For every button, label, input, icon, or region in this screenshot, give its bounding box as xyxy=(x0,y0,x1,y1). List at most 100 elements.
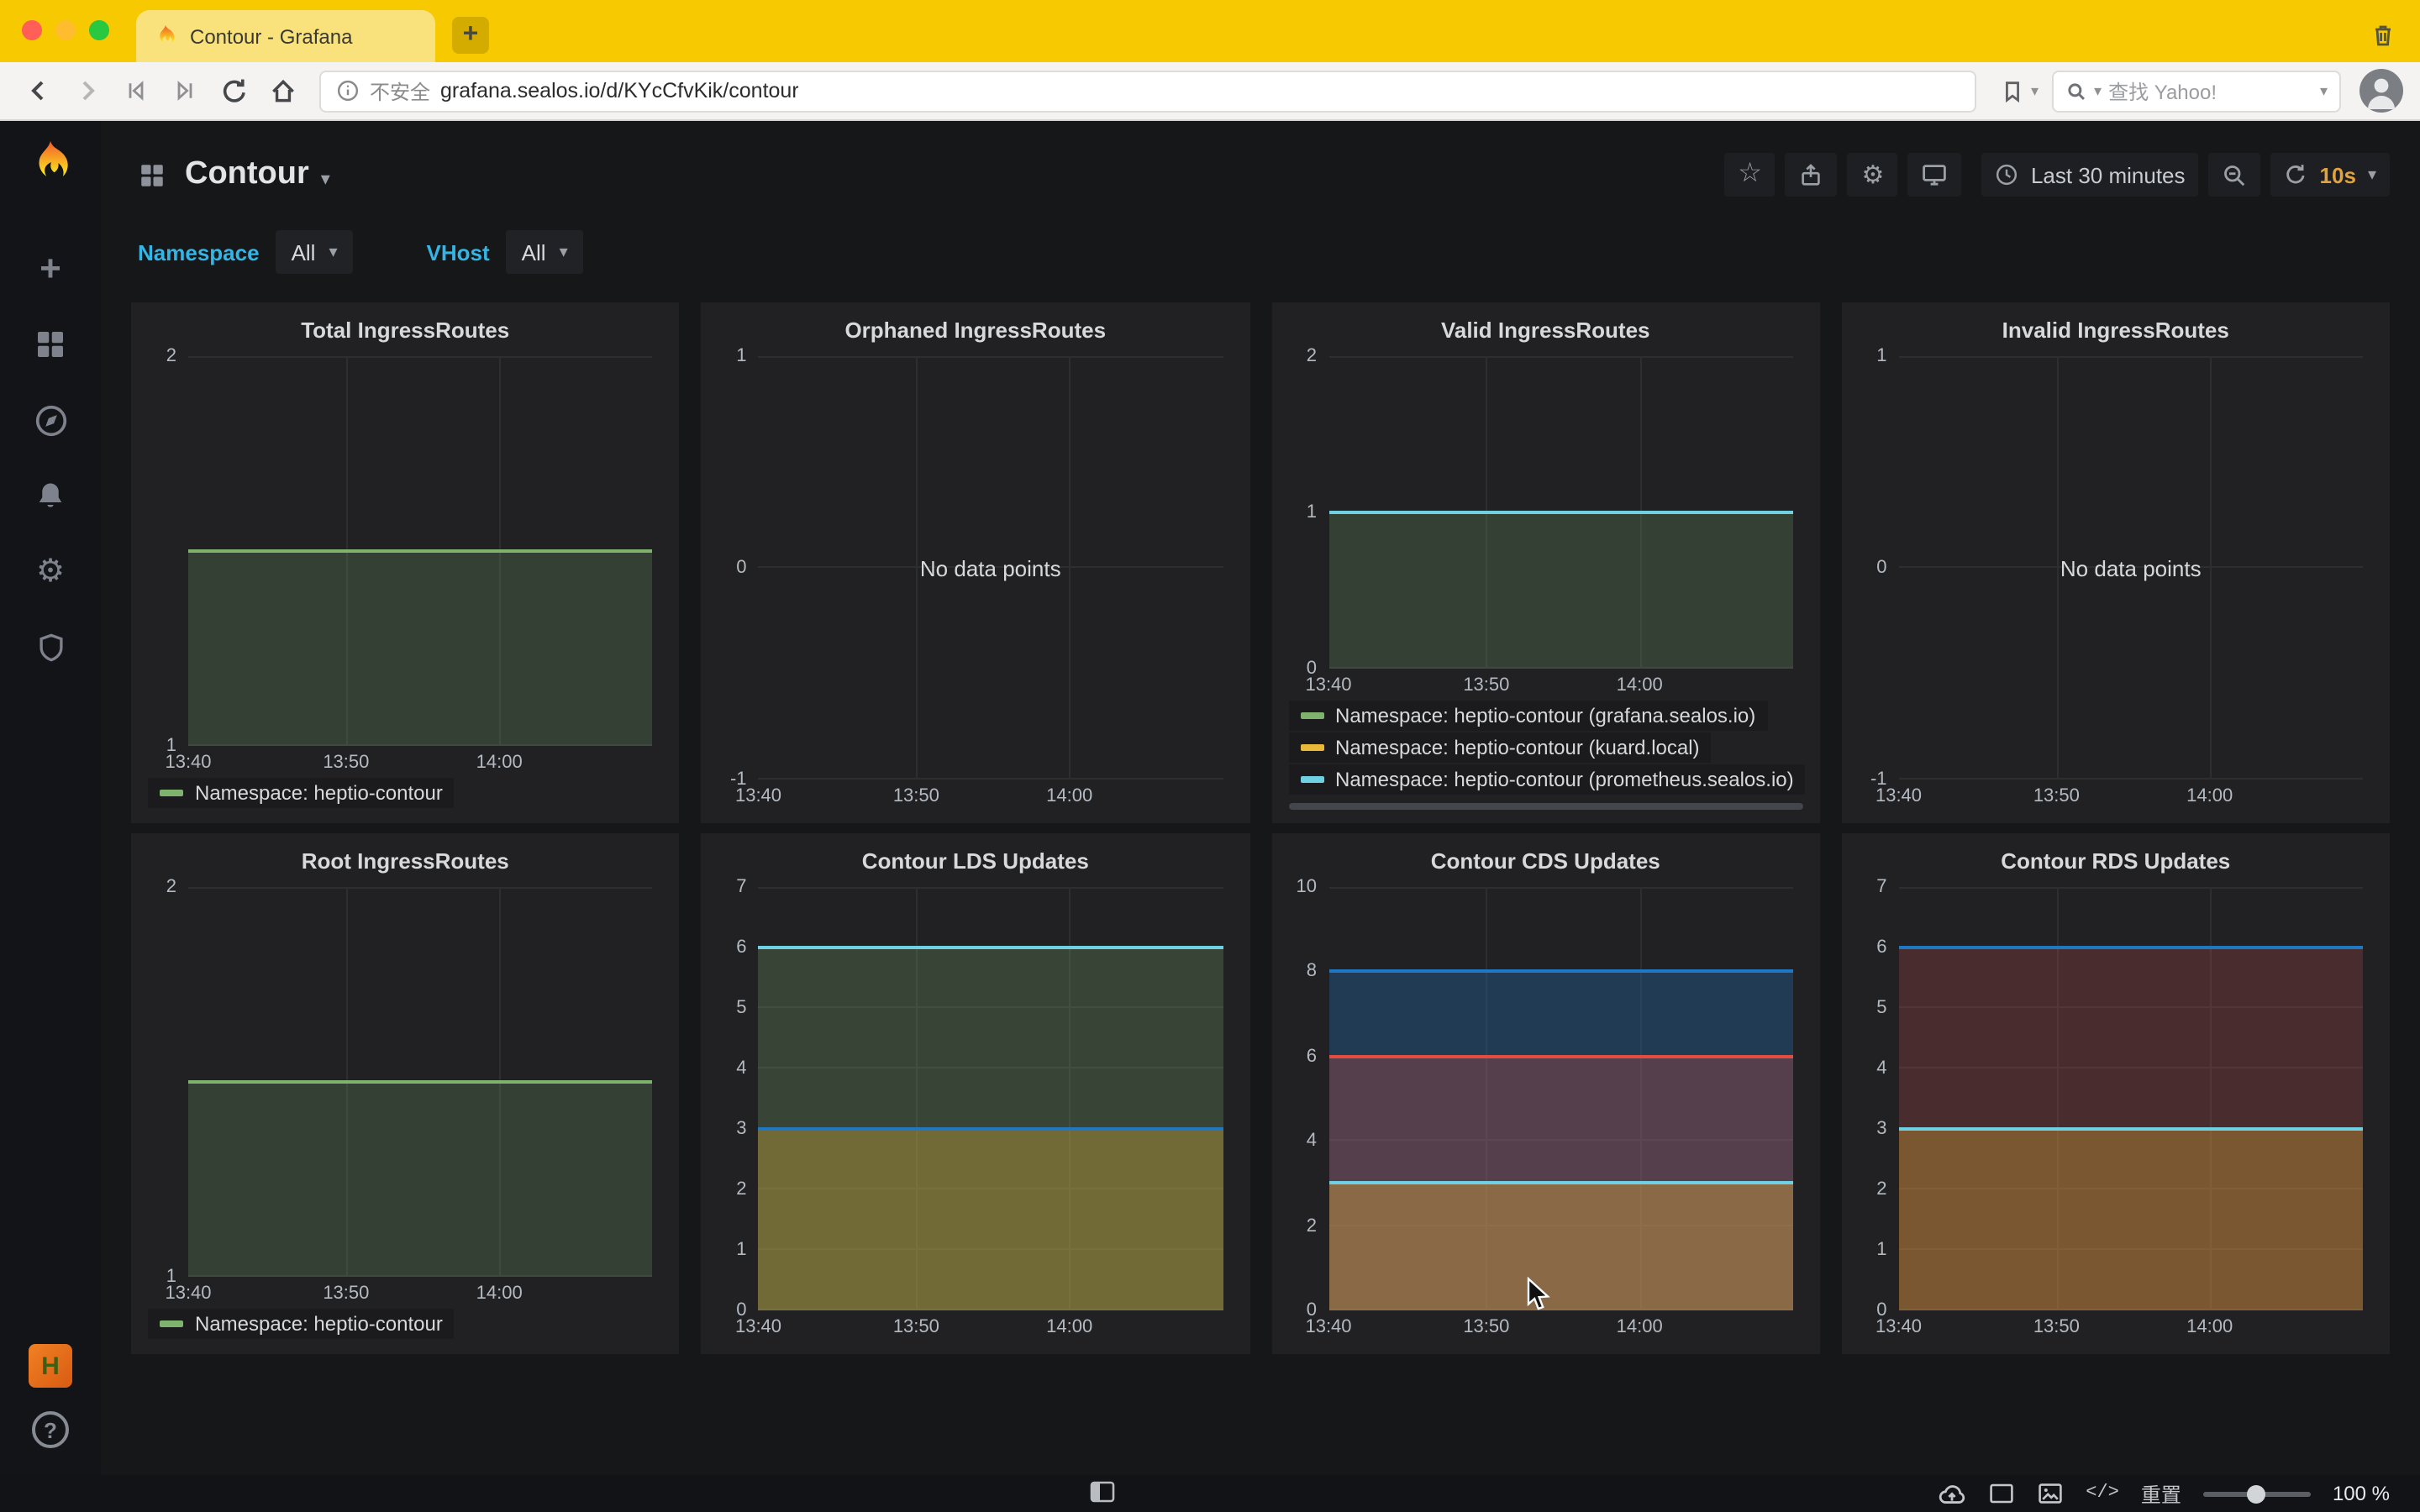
reload-button[interactable] xyxy=(212,69,255,113)
profile-icon[interactable] xyxy=(2360,69,2403,113)
legend-item[interactable]: Namespace: heptio-contour xyxy=(148,1309,455,1339)
image-icon[interactable] xyxy=(2037,1482,2064,1505)
chart-body: 1086420 xyxy=(1285,887,1807,1310)
panel-title[interactable]: Valid IngressRoutes xyxy=(1285,312,1807,349)
window-controls xyxy=(22,20,109,40)
zoom-slider-knob[interactable] xyxy=(2247,1484,2265,1503)
search-box[interactable]: ▾ 查找 Yahoo! ▾ xyxy=(2052,70,2341,112)
home-button[interactable] xyxy=(260,69,304,113)
x-axis: 13:4013:5014:00 xyxy=(188,746,653,776)
legend-scrollbar[interactable] xyxy=(1288,803,1803,810)
y-tick-label: 1 xyxy=(736,1240,746,1260)
user-avatar[interactable]: H xyxy=(29,1344,72,1388)
skip-to-end-icon[interactable] xyxy=(163,69,207,113)
cycle-view-mode-button[interactable] xyxy=(1908,153,1962,197)
y-tick-label: 2 xyxy=(1876,1179,1886,1200)
share-dashboard-button[interactable] xyxy=(1786,153,1838,197)
dashboards-icon[interactable] xyxy=(30,324,71,365)
create-plus-icon[interactable]: + xyxy=(30,249,71,289)
new-tab-button[interactable]: + xyxy=(452,17,489,54)
series-line xyxy=(759,1127,1223,1131)
trash-icon[interactable] xyxy=(2370,22,2396,49)
minimize-window-button[interactable] xyxy=(55,20,76,40)
plot-area[interactable] xyxy=(188,887,653,1277)
series-fill xyxy=(188,1082,653,1277)
time-range-label: Last 30 minutes xyxy=(2031,162,2186,187)
legend-item[interactable]: Namespace: heptio-contour xyxy=(148,778,455,808)
x-tick-label: 13:40 xyxy=(1876,786,1922,806)
series-fill xyxy=(1328,512,1793,669)
legend-item[interactable]: Namespace: heptio-contour (grafana.sealo… xyxy=(1288,701,1767,731)
cloud-upload-icon[interactable] xyxy=(1938,1481,1966,1506)
legend-item[interactable]: Namespace: heptio-contour (prometheus.se… xyxy=(1288,764,1806,795)
chart-body: 10-1No data points xyxy=(715,356,1237,780)
alerting-bell-icon[interactable] xyxy=(30,475,71,516)
dashboard-caret-icon[interactable]: ▾ xyxy=(321,168,330,190)
plot-area[interactable] xyxy=(188,356,653,746)
zoom-out-time-button[interactable] xyxy=(2209,153,2261,197)
panel-title[interactable]: Root IngressRoutes xyxy=(145,843,666,880)
h-gridline xyxy=(1899,887,2364,889)
bookmark-button[interactable]: ▾ xyxy=(1992,78,2047,103)
admin-shield-icon[interactable] xyxy=(30,627,71,667)
plot-area[interactable]: No data points xyxy=(1899,356,2364,780)
info-icon[interactable] xyxy=(336,79,360,102)
plot-area[interactable] xyxy=(1899,887,2364,1310)
x-tick-label: 13:50 xyxy=(323,753,369,773)
x-tick-label: 13:50 xyxy=(2033,1317,2080,1337)
plot-area[interactable]: No data points xyxy=(759,356,1223,780)
address-bar[interactable]: 不安全 grafana.sealos.io/d/KYcCfvKik/contou… xyxy=(319,70,1977,112)
series-line xyxy=(188,1080,653,1084)
plot-area[interactable] xyxy=(759,887,1223,1310)
panel-title[interactable]: Orphaned IngressRoutes xyxy=(715,312,1237,349)
code-icon[interactable]: </> xyxy=(2086,1483,2119,1504)
search-caret-icon[interactable]: ▾ xyxy=(2320,81,2328,100)
panel-title[interactable]: Contour RDS Updates xyxy=(1855,843,2377,880)
maximize-window-button[interactable] xyxy=(89,20,109,40)
frame-capture-icon[interactable] xyxy=(1988,1482,2015,1505)
series-line xyxy=(1328,1182,1793,1185)
time-range-picker[interactable]: Last 30 minutes xyxy=(1982,153,2199,197)
forward-button[interactable] xyxy=(66,69,109,113)
y-tick-label: 3 xyxy=(736,1119,746,1139)
dashboard-title[interactable]: Contour xyxy=(185,156,309,193)
grafana-logo[interactable] xyxy=(25,138,76,188)
reset-label[interactable]: 重置 xyxy=(2141,1479,2181,1508)
refresh-picker[interactable]: 10s ▾ xyxy=(2271,153,2390,197)
star-icon: ☆ xyxy=(1738,161,1762,188)
chart-body: 76543210 xyxy=(715,887,1237,1310)
variable-select-namespace[interactable]: All ▾ xyxy=(276,230,353,274)
star-dashboard-button[interactable]: ☆ xyxy=(1724,153,1776,197)
panel-title[interactable]: Contour CDS Updates xyxy=(1285,843,1807,880)
explore-compass-icon[interactable] xyxy=(30,400,71,440)
mouse-cursor xyxy=(1526,1277,1551,1312)
plot-area[interactable] xyxy=(1328,356,1793,669)
panel-contour-rds-updates: Contour RDS Updates7654321013:4013:5014:… xyxy=(1842,833,2391,1354)
y-tick-label: 5 xyxy=(736,998,746,1018)
zoom-slider[interactable] xyxy=(2203,1491,2311,1496)
back-button[interactable] xyxy=(17,69,60,113)
y-axis: 76543210 xyxy=(1855,887,1899,1310)
x-tick-label: 13:40 xyxy=(165,753,211,773)
panel-title[interactable]: Contour LDS Updates xyxy=(715,843,1237,880)
plot-area[interactable] xyxy=(1328,887,1793,1310)
dashboard-actions: ☆ ⚙ Last 30 minutes xyxy=(1724,153,2390,197)
dashboard-settings-button[interactable]: ⚙ xyxy=(1848,153,1898,197)
search-engine-caret-icon[interactable]: ▾ xyxy=(2094,81,2102,100)
panel-orphaned-ingressroutes: Orphaned IngressRoutes 10-1No data points… xyxy=(702,302,1250,823)
legend-item[interactable]: Namespace: heptio-contour (kuard.local) xyxy=(1288,732,1712,763)
x-tick-label: 13:40 xyxy=(735,786,781,806)
help-icon[interactable]: ? xyxy=(32,1411,69,1448)
capture-toolbar: </> 重置 100 % xyxy=(1938,1479,2420,1508)
dashboard-content: Contour ▾ ☆ ⚙ xyxy=(101,121,2420,1475)
variable-select-vhost[interactable]: All ▾ xyxy=(507,230,583,274)
series-line xyxy=(759,946,1223,949)
configuration-gear-icon[interactable]: ⚙ xyxy=(30,551,71,591)
panel-toggle-icon[interactable] xyxy=(1089,1480,1116,1504)
panel-title[interactable]: Invalid IngressRoutes xyxy=(1855,312,2377,349)
close-window-button[interactable] xyxy=(22,20,42,40)
panel-title[interactable]: Total IngressRoutes xyxy=(145,312,666,349)
browser-tab[interactable]: Contour - Grafana xyxy=(136,10,435,62)
skip-to-start-icon[interactable] xyxy=(114,69,158,113)
series-line xyxy=(1899,1127,2364,1131)
